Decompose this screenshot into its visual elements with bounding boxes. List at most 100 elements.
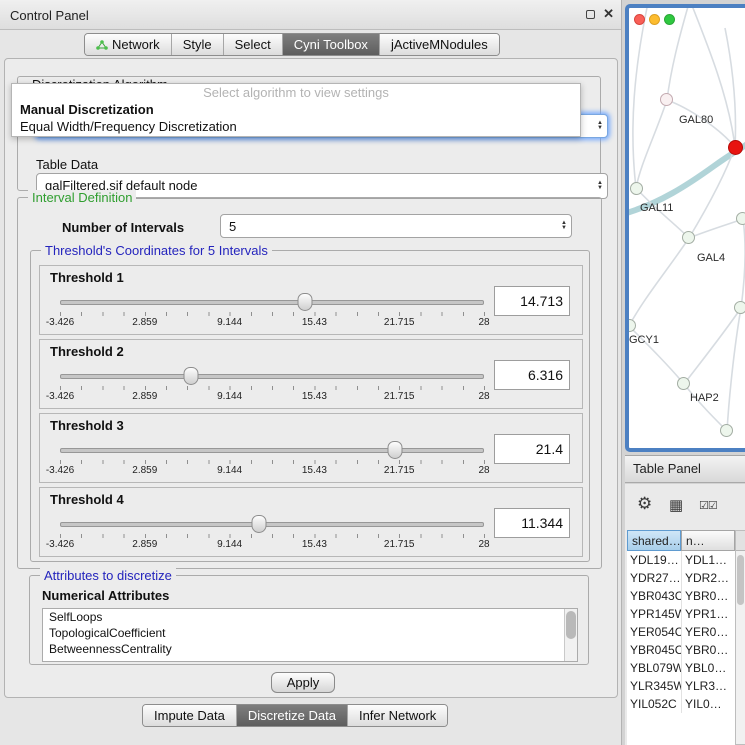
tab-infer-network[interactable]: Infer Network [347,705,447,726]
scale-tick-label: 21.715 [384,317,415,328]
threshold-3-slider-handle[interactable] [387,441,402,459]
interval-definition-group: Interval Definition Number of Intervals … [17,197,602,569]
column-header-name[interactable]: n… [681,530,735,551]
numerical-attributes-list[interactable]: SelfLoops TopologicalCoefficient Between… [42,608,578,662]
network-node-selected[interactable] [728,140,743,155]
column-header-shared-name[interactable]: shared… [627,530,681,551]
number-of-intervals-spinner[interactable]: 5 ▲▼ [220,214,572,238]
node-label-gal11: GAL11 [640,202,673,214]
top-tab-bar: Network Style Select Cyni Toolbox jActiv… [84,33,500,56]
cyni-toolbox-panel: Discretization Algorithm ▲▼ Table Data g… [4,58,618,698]
combo-arrows-icon: ▲▼ [597,121,603,131]
settings-gear-icon[interactable]: ⚙ [637,494,652,514]
table-row[interactable]: YDR27…YDR2… [627,569,735,587]
control-panel-titlebar: Control Panel ✕ [0,0,621,30]
close-window-icon[interactable]: ✕ [603,6,614,22]
network-node[interactable] [736,212,745,225]
window-controls [634,14,675,25]
tab-cyni-toolbox[interactable]: Cyni Toolbox [282,34,379,55]
threshold-1-slider[interactable] [60,292,484,312]
combo-arrows-icon: ▲▼ [597,181,603,191]
scale-tick-label: 28 [478,391,489,402]
threshold-4-slider[interactable] [60,514,484,534]
list-item-selfloops[interactable]: SelfLoops [43,609,577,625]
cell: YBR043C [627,587,681,605]
tab-style-label: Style [183,37,212,52]
threshold-1-value-field[interactable]: 14.713 [494,286,570,316]
popup-option-manual-discretization[interactable]: Manual Discretization [12,101,580,118]
minimize-light[interactable] [649,14,660,25]
threshold-3-value-field[interactable]: 21.4 [494,434,570,464]
scale-tick-label: -3.426 [46,465,74,476]
table-row[interactable]: YBR045CYBR0… [627,641,735,659]
popup-option-equal-width-frequency[interactable]: Equal Width/Frequency Discretization [12,118,580,135]
tab-jactivemnodules[interactable]: jActiveMNodules [379,34,499,55]
table-row[interactable]: YDL19…YDL1… [627,551,735,569]
apply-button[interactable]: Apply [271,672,335,693]
tab-select[interactable]: Select [223,34,282,55]
close-light[interactable] [634,14,645,25]
table-row[interactable]: YIL052CYIL0… [627,695,735,713]
node-table-rows: YDL19…YDL1… YDR27…YDR2… YBR043CYBR0… YPR… [627,551,735,745]
threshold-4-slider-handle[interactable] [252,515,267,533]
tab-discretize-data[interactable]: Discretize Data [236,705,347,726]
cell: YDL19… [627,551,681,569]
select-rows-icon[interactable]: ☑☑ [699,499,717,512]
threshold-4-panel: Threshold 4 -3.426 2.859 9.144 15.43 21.… [39,487,583,557]
list-item-topologicalcoefficient[interactable]: TopologicalCoefficient [43,625,577,641]
control-panel-window: Control Panel ✕ Network Style Select Cyn… [0,0,622,745]
popup-prompt: Select algorithm to view settings [12,84,580,101]
scale-tick-label: -3.426 [46,539,74,550]
table-row[interactable]: YBL079WYBL0… [627,659,735,677]
list-item-betweennesscentrality[interactable]: BetweennessCentrality [43,641,577,657]
zoom-light[interactable] [664,14,675,25]
network-node[interactable] [630,182,643,195]
threshold-4-label: Threshold 4 [50,492,124,507]
table-row[interactable]: YER054CYER0… [627,623,735,641]
columns-icon[interactable]: ▦ [669,496,683,514]
slider-scale: -3.426 2.859 9.144 15.43 21.715 28 [60,391,484,403]
attributes-to-discretize-group: Attributes to discretize Numerical Attri… [29,575,589,665]
network-node[interactable] [734,301,745,314]
table-row[interactable]: YLR345WYLR3… [627,677,735,695]
scale-tick-label: 2.859 [132,391,157,402]
list-scrollbar[interactable] [564,609,577,661]
threshold-3-slider[interactable] [60,440,484,460]
scale-tick-label: 28 [478,465,489,476]
network-node[interactable] [682,231,695,244]
threshold-2-slider-handle[interactable] [184,367,199,385]
scale-tick-label: 15.43 [302,317,327,328]
cell: YIL0… [681,695,735,713]
table-row[interactable]: YPR145WYPR1… [627,605,735,623]
node-label-gal80: GAL80 [679,114,713,126]
thresholds-coordinates-group: Threshold's Coordinates for 5 Intervals … [30,250,590,562]
table-header-row: shared… n… [627,530,735,551]
network-node[interactable] [677,377,690,390]
threshold-2-slider[interactable] [60,366,484,386]
scrollbar-thumb[interactable] [737,555,744,605]
threshold-3-panel: Threshold 3 -3.426 2.859 9.144 15.43 21.… [39,413,583,483]
table-scrollbar[interactable] [735,530,745,745]
tab-network[interactable]: Network [85,34,171,55]
scale-tick-label: 15.43 [302,391,327,402]
threshold-1-slider-handle[interactable] [297,293,312,311]
slider-scale: -3.426 2.859 9.144 15.43 21.715 28 [60,465,484,477]
cell: YPR1… [681,605,735,623]
threshold-2-value-field[interactable]: 6.316 [494,360,570,390]
threshold-4-value-field[interactable]: 11.344 [494,508,570,538]
scrollbar-thumb[interactable] [566,611,576,639]
numerical-attributes-label: Numerical Attributes [42,588,169,603]
tab-style[interactable]: Style [171,34,223,55]
threshold-3-label: Threshold 3 [50,418,124,433]
network-node[interactable] [660,93,673,106]
network-node[interactable] [720,424,733,437]
tab-impute-data[interactable]: Impute Data [143,705,236,726]
cell: YDL1… [681,551,735,569]
float-window-icon[interactable] [586,10,595,19]
scale-tick-label: 9.144 [217,465,242,476]
table-panel-titlebar: Table Panel [625,455,745,483]
scale-tick-label: 15.43 [302,539,327,550]
tab-impute-data-label: Impute Data [154,708,225,723]
table-row[interactable]: YBR043CYBR0… [627,587,735,605]
network-tab-icon [96,39,108,51]
